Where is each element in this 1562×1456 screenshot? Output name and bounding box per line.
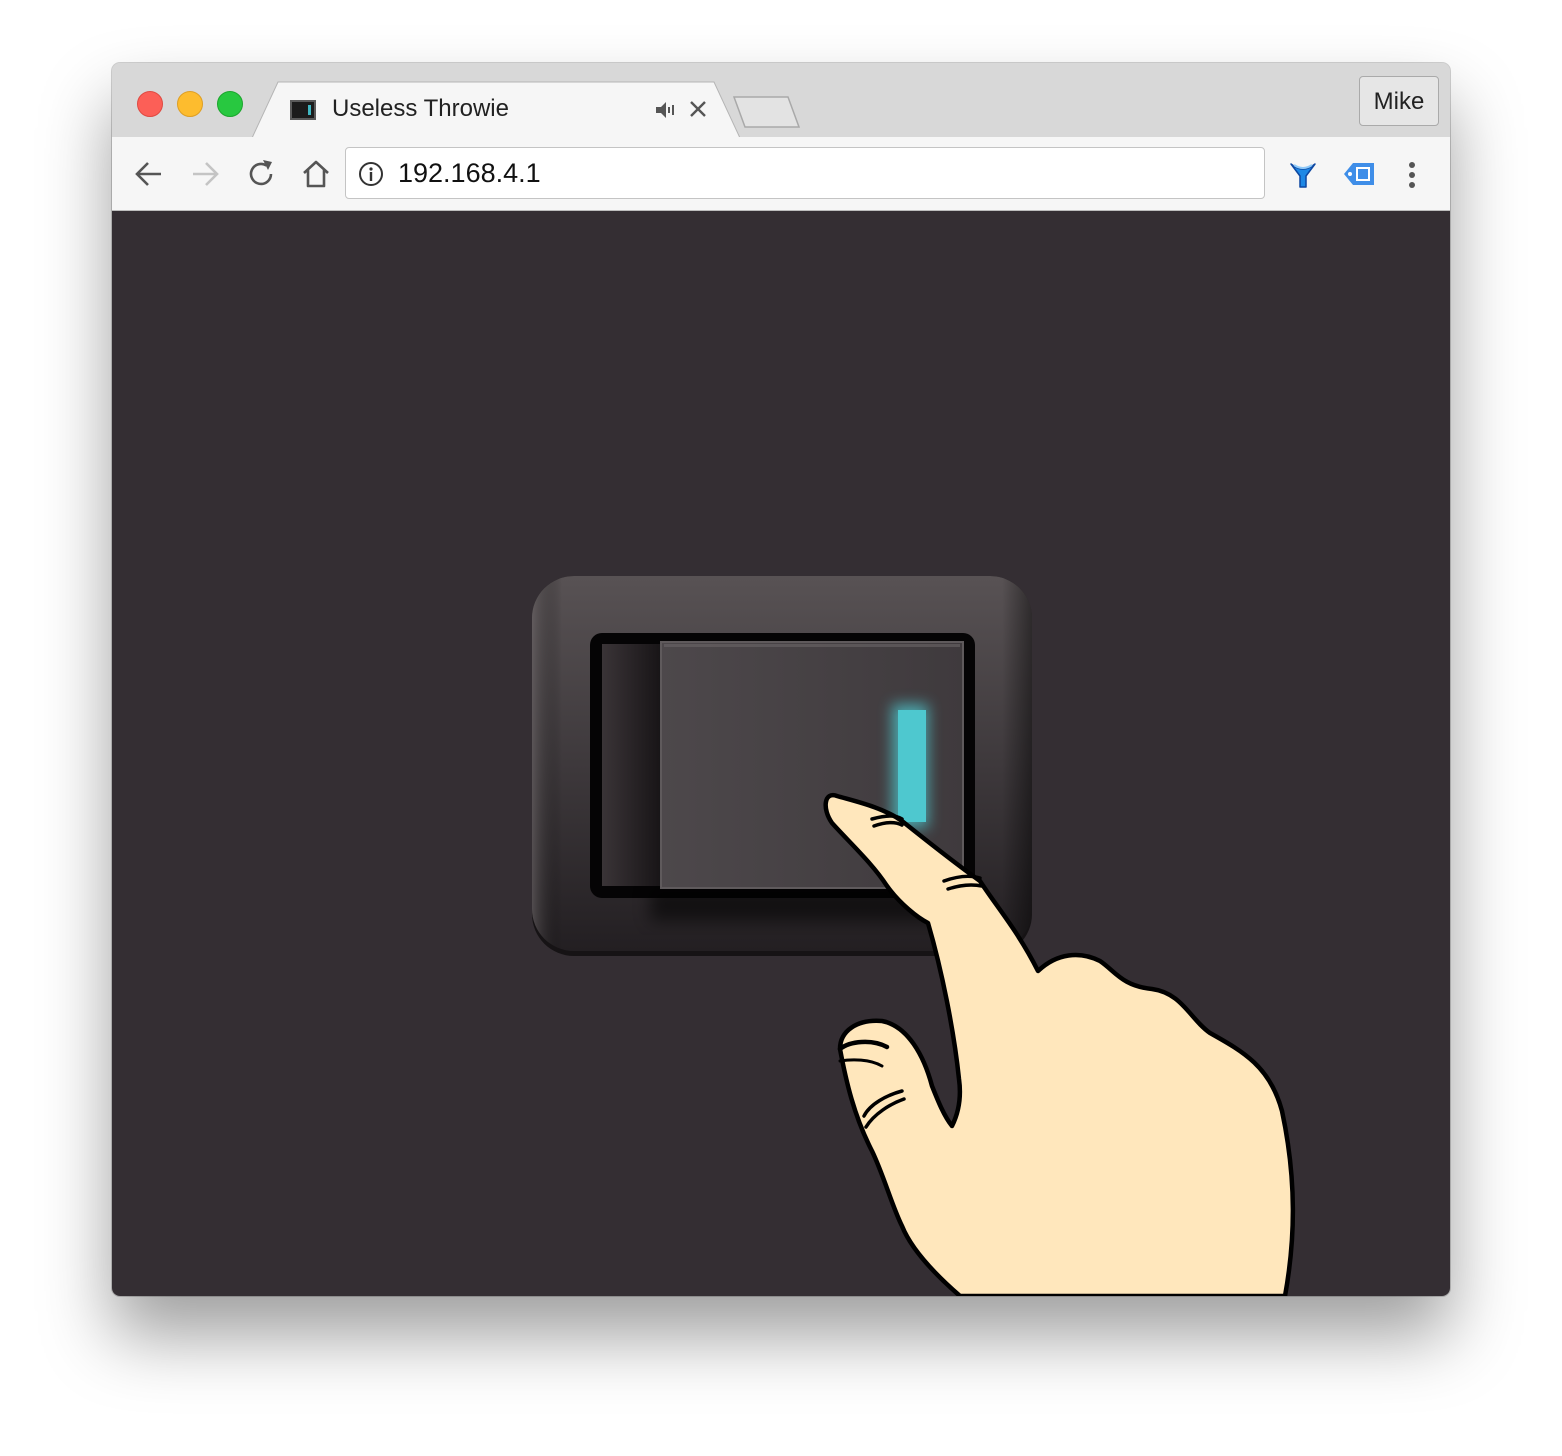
- home-icon[interactable]: [299, 157, 333, 191]
- reload-icon[interactable]: [244, 157, 278, 191]
- minimize-window-button[interactable]: [177, 91, 203, 117]
- speaker-icon[interactable]: [654, 98, 678, 122]
- toolbar: 192.168.4.1: [112, 137, 1450, 211]
- address-bar[interactable]: 192.168.4.1: [345, 147, 1265, 199]
- close-window-button[interactable]: [137, 91, 163, 117]
- more-vert-icon[interactable]: [1402, 159, 1422, 191]
- close-icon[interactable]: [686, 97, 710, 121]
- pointing-hand: [823, 792, 1296, 1296]
- switch-scene: [532, 576, 1296, 1296]
- zoom-window-button[interactable]: [217, 91, 243, 117]
- tab-favicon: [290, 100, 316, 120]
- extension-y-icon[interactable]: [1288, 158, 1318, 190]
- on-indicator: [892, 704, 928, 828]
- new-tab-button[interactable]: [732, 95, 802, 129]
- tab-title: Useless Throwie: [332, 95, 509, 122]
- page-content: [112, 211, 1450, 1296]
- browser-window: Useless Throwie Mike 192.168.4.1: [112, 63, 1450, 1296]
- tab-strip: Useless Throwie Mike: [112, 63, 1450, 139]
- info-icon[interactable]: [358, 161, 384, 187]
- forward-arrow-icon[interactable]: [188, 157, 222, 191]
- profile-button[interactable]: Mike: [1359, 76, 1439, 126]
- extension-tag-icon[interactable]: [1342, 161, 1376, 187]
- back-arrow-icon[interactable]: [132, 157, 166, 191]
- url-text: 192.168.4.1: [398, 158, 541, 188]
